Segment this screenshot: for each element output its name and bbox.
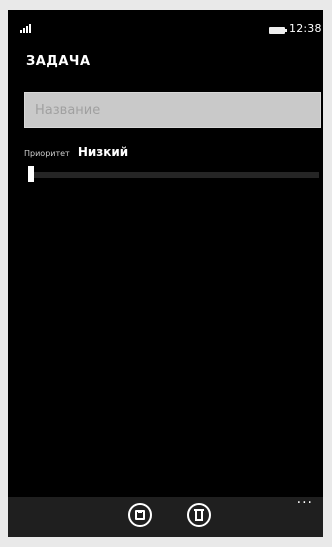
save-button[interactable] xyxy=(128,503,152,527)
battery-icon xyxy=(269,27,287,34)
slider-track xyxy=(28,172,319,178)
task-name-input[interactable] xyxy=(24,92,321,128)
delete-button[interactable] xyxy=(187,503,211,527)
page-title: ЗАДАЧА xyxy=(26,54,91,69)
delete-icon-body xyxy=(195,511,203,521)
slider-thumb[interactable] xyxy=(28,166,34,182)
app-bar: ··· xyxy=(8,495,323,537)
more-button[interactable]: ··· xyxy=(297,495,313,511)
priority-label: Приоритет xyxy=(24,149,70,158)
status-time: 12:38 xyxy=(289,22,322,35)
save-icon xyxy=(135,510,145,520)
status-bar: 12:38 xyxy=(8,10,323,44)
priority-slider[interactable] xyxy=(24,165,323,183)
priority-row: Приоритет Низкий xyxy=(24,141,128,160)
signal-icon xyxy=(20,23,36,33)
priority-value: Низкий xyxy=(77,145,129,159)
phone-screen: 12:38 ЗАДАЧА Приоритет Низкий ··· xyxy=(8,10,323,537)
